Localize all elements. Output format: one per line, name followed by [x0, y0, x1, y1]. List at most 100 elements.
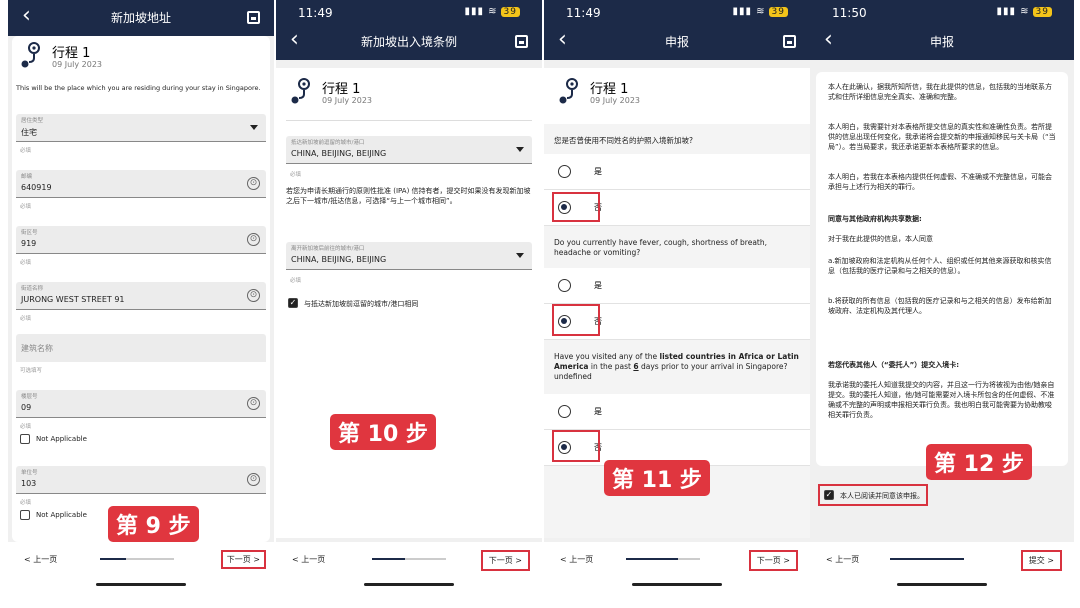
- locate-icon[interactable]: ⊙: [247, 397, 260, 410]
- next-city-select[interactable]: 离开新加坡后前往的城市/港口 CHINA, BEIJING, BEIJING: [286, 242, 532, 270]
- intro-text: This will be the place which you are res…: [16, 84, 261, 92]
- postal-code-field[interactable]: 邮编 640919 ⊙: [16, 170, 266, 198]
- route-icon: [290, 78, 314, 106]
- paragraph: 本人明白，若我在本表格内提供任何虚假、不准确或不完整信息，可能会承担与上述行为相…: [828, 173, 1052, 191]
- screen-confirmation: 11:50 ▮▮▮ ≋ 39 ‹ 申报 本人在此确认，据我所知所信，我在此提供的信息…: [810, 0, 1074, 592]
- chevron-down-icon: [250, 125, 258, 130]
- q2-option-yes[interactable]: 是: [544, 268, 810, 304]
- back-icon[interactable]: ‹: [824, 28, 833, 52]
- block-number-field[interactable]: 街区号 919 ⊙: [16, 226, 266, 254]
- next-button[interactable]: 下一页 >: [748, 550, 798, 571]
- not-applicable-label: Not Applicable: [36, 511, 87, 519]
- declaration-text: 本人在此确认，据我所知所信，我在此提供的信息，包括我的当地联系方式和住所详细信息…: [816, 72, 1068, 466]
- section-heading: 同意与其他政府机构共享数据:: [828, 215, 922, 223]
- progress-bar: [890, 558, 964, 560]
- previous-city-select[interactable]: 抵达新加坡前逗留的城市/港口 CHINA, BEIJING, BEIJING: [286, 136, 532, 164]
- ipa-info-text: 若您为申请长期通行的原则性批准 (IPA) 信持有者，提交时如果没有发现新加坡之…: [286, 187, 531, 205]
- next-button[interactable]: 下一页 >: [480, 550, 530, 571]
- same-city-checkbox[interactable]: ✓: [288, 298, 298, 308]
- back-icon[interactable]: ‹: [22, 4, 31, 28]
- required-hint: 必填: [20, 148, 32, 154]
- save-icon[interactable]: [783, 35, 796, 48]
- back-icon[interactable]: ‹: [558, 28, 567, 52]
- locate-icon[interactable]: ⊙: [247, 233, 260, 246]
- bottom-nav: < 上一页 下一页 >: [544, 542, 810, 592]
- trip-name: 行程 1: [52, 46, 91, 61]
- same-city-label: 与抵达新加坡前逗留的城市/港口相同: [304, 300, 419, 308]
- screen-immigration: 11:49 ▮▮▮ ≋ 39 ‹ 新加坡出入境条例 行程 1 09 July 202…: [276, 0, 542, 592]
- home-indicator: [632, 583, 722, 586]
- required-hint: 必填: [20, 260, 32, 266]
- highlight-box: [552, 430, 600, 462]
- save-icon[interactable]: [247, 11, 260, 24]
- step-badge: 第 12 步: [926, 444, 1032, 480]
- route-icon: [20, 42, 44, 70]
- prev-button[interactable]: < 上一页: [24, 554, 57, 565]
- locate-icon[interactable]: ⊙: [247, 473, 260, 486]
- question-travel: Have you visited any of the listed count…: [554, 352, 799, 381]
- optional-hint: 可选填写: [20, 368, 43, 374]
- header: ‹ 新加坡地址: [8, 0, 274, 36]
- required-hint: 必填: [20, 500, 32, 506]
- unit-number-field[interactable]: 单位号 103 ⊙: [16, 466, 266, 494]
- progress-bar: [626, 558, 700, 560]
- step-badge: 第 10 步: [330, 414, 436, 450]
- address-form: 行程 1 09 July 2023 This will be the place…: [12, 36, 270, 542]
- chevron-down-icon: [516, 147, 524, 152]
- page-title: 申报: [664, 35, 689, 49]
- prev-button[interactable]: < 上一页: [560, 554, 593, 565]
- page-title: 新加坡出入境条例: [360, 35, 457, 49]
- header: 11:49 ▮▮▮ ≋ 39 ‹ 申报: [544, 0, 810, 60]
- street-name-field[interactable]: 街道名称 JURONG WEST STREET 91 ⊙: [16, 282, 266, 310]
- bottom-nav: < 上一页 提交 >: [810, 542, 1074, 592]
- paragraph: b.将获取的所有信息（包括我的医疗记录和与之相关的信息）发布给新加坡政府、法定机…: [828, 297, 1052, 315]
- trip-date: 09 July 2023: [52, 60, 103, 69]
- bottom-nav: < 上一页 下一页 >: [276, 542, 542, 592]
- header: 11:49 ▮▮▮ ≋ 39 ‹ 新加坡出入境条例: [276, 0, 542, 60]
- paragraph: 对于我在此提供的信息，本人同意: [828, 235, 933, 243]
- required-hint: 必填: [290, 172, 302, 178]
- paragraph: 我承诺我的委托人知道我提交的内容，并且这一行为将被视为由他/她亲自提交。我的委托…: [828, 381, 1055, 419]
- section-heading: 若您代表其他人（“委托人”）提交入境卡:: [828, 361, 959, 369]
- question-symptoms: Do you currently have fever, cough, shor…: [554, 238, 767, 257]
- locate-icon[interactable]: ⊙: [247, 177, 260, 190]
- clock: 11:49: [298, 6, 333, 20]
- screen-address: ‹ 新加坡地址 行程 1 09 July 2023 This will be t…: [8, 0, 274, 592]
- required-hint: 必填: [20, 424, 32, 430]
- back-icon[interactable]: ‹: [290, 28, 299, 52]
- highlight-box: [818, 484, 928, 506]
- next-button[interactable]: 下一页 >: [220, 550, 266, 569]
- progress-bar: [372, 558, 446, 560]
- page-title: 申报: [929, 35, 954, 49]
- floor-number-field[interactable]: 楼层号 09 ⊙: [16, 390, 266, 418]
- building-name-field[interactable]: 建筑名称: [16, 334, 266, 362]
- locate-icon[interactable]: ⊙: [247, 289, 260, 302]
- status-icons: ▮▮▮ ≋ 39: [996, 6, 1052, 17]
- question-passport: 您是否曾使用不同姓名的护照入境新加坡?: [554, 136, 693, 145]
- submit-button[interactable]: 提交 >: [1020, 550, 1062, 571]
- highlight-box: [552, 192, 600, 222]
- unit-na-checkbox[interactable]: [20, 510, 30, 520]
- floor-na-checkbox[interactable]: [20, 434, 30, 444]
- residence-type-select[interactable]: 居住类型 住宅: [16, 114, 266, 142]
- progress-bar: [100, 558, 174, 560]
- prev-button[interactable]: < 上一页: [826, 554, 859, 565]
- prev-button[interactable]: < 上一页: [292, 554, 325, 565]
- immigration-form: 行程 1 09 July 2023 抵达新加坡前逗留的城市/港口 CHINA, B…: [276, 68, 542, 538]
- bottom-nav: < 上一页 下一页 >: [8, 542, 274, 592]
- home-indicator: [364, 583, 454, 586]
- paragraph: 本人在此确认，据我所知所信，我在此提供的信息，包括我的当地联系方式和住所详细信息…: [828, 83, 1052, 101]
- clock: 11:50: [832, 6, 867, 20]
- radio-button[interactable]: [558, 279, 571, 292]
- paragraph: 本人明白，我需要针对本表格所提交信息的真实性和准确性负责。若所提供的信息出现任何…: [828, 123, 1056, 151]
- trip-name: 行程 1: [322, 82, 361, 97]
- chevron-down-icon: [516, 253, 524, 258]
- route-icon: [558, 78, 582, 106]
- save-icon[interactable]: [515, 35, 528, 48]
- page-title: 新加坡地址: [110, 11, 171, 25]
- q3-option-yes[interactable]: 是: [544, 394, 810, 430]
- radio-button[interactable]: [558, 405, 571, 418]
- radio-button[interactable]: [558, 165, 571, 178]
- q1-option-yes[interactable]: 是: [544, 154, 810, 190]
- step-badge: 第 11 步: [604, 460, 710, 496]
